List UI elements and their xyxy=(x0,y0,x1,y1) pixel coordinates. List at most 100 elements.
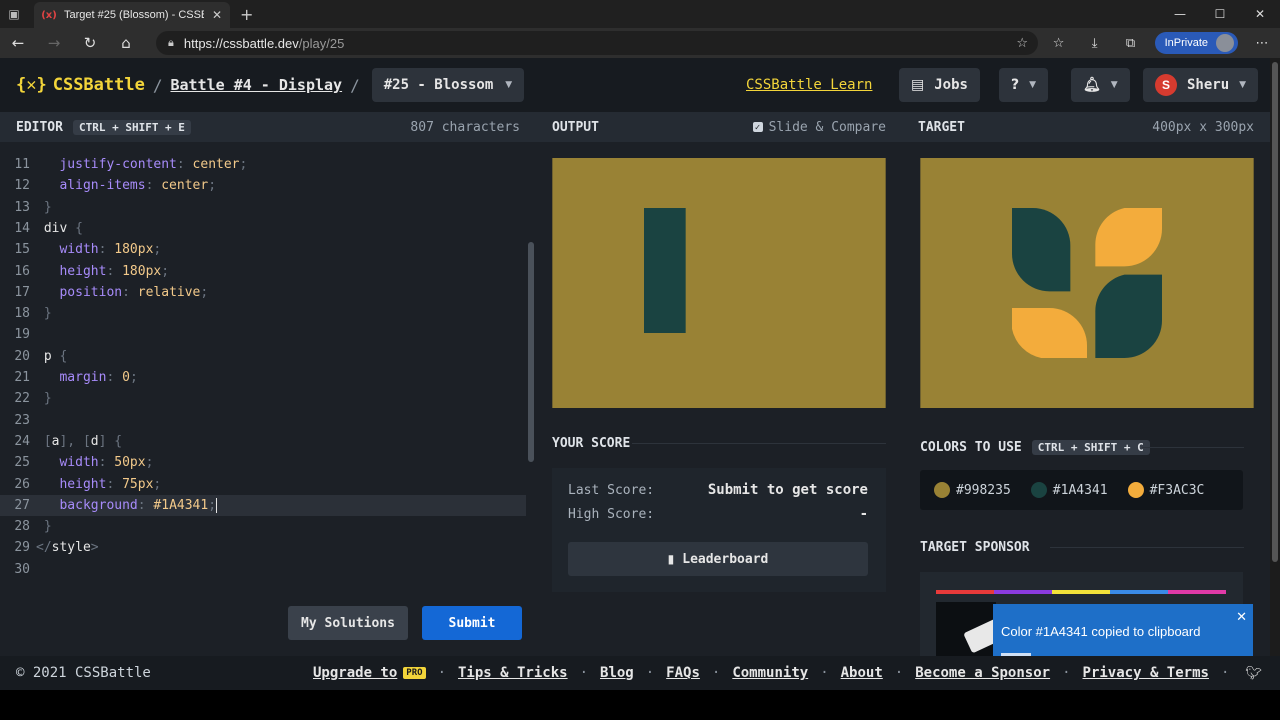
footer-link-1[interactable]: Tips & Tricks xyxy=(458,665,568,681)
code-line[interactable]: 18 } xyxy=(0,303,526,324)
line-number: 15 xyxy=(14,242,30,258)
line-number: 27 xyxy=(14,497,30,513)
slide-compare-toggle[interactable]: ✓ Slide & Compare xyxy=(752,119,886,135)
code-line[interactable]: 22 } xyxy=(0,388,526,409)
code-line[interactable]: 12 align-items: center; xyxy=(0,175,526,196)
code-line[interactable]: 13 } xyxy=(0,197,526,218)
code-line[interactable]: 21 margin: 0; xyxy=(0,367,526,388)
help-button[interactable]: ? ▼ xyxy=(999,68,1049,102)
footer-link-3[interactable]: FAQs xyxy=(666,665,700,681)
code-line[interactable]: 19 xyxy=(0,324,526,345)
maximize-icon[interactable]: ☐ xyxy=(1200,0,1240,28)
target-selector[interactable]: #25 - Blossom ▼ xyxy=(371,68,525,102)
back-icon[interactable]: ← xyxy=(0,28,36,58)
code-text: } xyxy=(43,199,52,215)
output-preview[interactable] xyxy=(552,158,886,408)
address-bar[interactable]: 🔒︎ https://cssbattle.dev/play/25 ☆ xyxy=(156,31,1038,55)
cssbattle-logo[interactable]: {✕} CSSBattle xyxy=(16,75,145,95)
footer-link-4[interactable]: Community xyxy=(732,665,808,681)
minimize-icon[interactable]: — xyxy=(1160,0,1200,28)
character-count: 807 characters xyxy=(410,119,520,135)
target-title: TARGET xyxy=(918,119,965,135)
code-line[interactable]: 11 justify-content: center; xyxy=(0,154,526,175)
code-line[interactable]: 16 height: 180px; xyxy=(0,261,526,282)
code-line[interactable]: 23 xyxy=(0,410,526,431)
footer-link-6[interactable]: Become a Sponsor xyxy=(915,665,1050,681)
collections-icon[interactable]: ⧉ xyxy=(1113,28,1149,58)
downloads-icon[interactable]: ⤓ xyxy=(1077,28,1113,58)
editor-header: EDITOR CTRL + SHIFT + E 807 characters xyxy=(0,112,536,142)
footer-separator: · xyxy=(437,665,446,681)
target-background xyxy=(920,158,1254,408)
line-number: 24 xyxy=(14,433,30,449)
leaderboard-button[interactable]: ▮ Leaderboard xyxy=(568,542,868,576)
logo-text: CSSBattle xyxy=(52,75,145,95)
checkbox-checked-icon[interactable]: ✓ xyxy=(752,122,763,132)
home-icon[interactable]: ⌂ xyxy=(108,28,144,58)
editor-title: EDITOR xyxy=(16,119,63,135)
forward-icon[interactable]: → xyxy=(36,28,72,58)
favorites-icon[interactable]: ☆ xyxy=(1041,28,1077,58)
code-editor[interactable]: 11 justify-content: center; 12 align-item… xyxy=(0,142,536,602)
code-line[interactable]: 14 div { xyxy=(0,218,526,239)
page-scrollbar[interactable] xyxy=(1270,58,1280,658)
code-line[interactable]: 28 } xyxy=(0,516,526,537)
leaf-bottom-right xyxy=(1095,274,1162,358)
sponsor-stripe xyxy=(936,590,1226,594)
bar-chart-icon: ▮ xyxy=(667,552,675,566)
breadcrumb-separator: / xyxy=(350,75,360,95)
toast-close-icon[interactable]: ✕ xyxy=(1236,610,1247,625)
cssbattle-learn-link[interactable]: CSSBattle Learn xyxy=(746,77,872,93)
footer-link-2[interactable]: Blog xyxy=(600,665,634,681)
code-line[interactable]: 29 </style> xyxy=(0,537,526,558)
footer-link-5[interactable]: About xyxy=(841,665,883,681)
editor-scrollbar[interactable] xyxy=(526,142,536,602)
refresh-icon[interactable]: ↻ xyxy=(72,28,108,58)
breadcrumb-battle-link[interactable]: Battle #4 - Display xyxy=(170,76,342,94)
code-line[interactable]: 26 height: 75px; xyxy=(0,474,526,495)
code-line[interactable]: 30 xyxy=(0,559,526,580)
line-number: 20 xyxy=(14,348,30,364)
inprivate-badge[interactable]: InPrivate xyxy=(1154,32,1238,54)
line-number: 25 xyxy=(14,455,30,471)
color-swatch-3[interactable]: #F3AC3C xyxy=(1127,482,1204,498)
submit-button[interactable]: Submit xyxy=(422,606,522,640)
code-line[interactable]: 15 width: 180px; xyxy=(0,239,526,260)
tab-actions-icon[interactable]: ▣ xyxy=(0,0,28,28)
colors-shortcut: CTRL + SHIFT + C xyxy=(1031,440,1150,455)
upgrade-link[interactable]: Upgrade to PRO xyxy=(313,665,426,681)
pro-badge: PRO xyxy=(403,667,426,679)
notifications-button[interactable]: 🔔︎ ▼ xyxy=(1071,68,1130,102)
page-scrollbar-thumb[interactable] xyxy=(1272,62,1278,562)
chevron-down-icon: ▼ xyxy=(1239,80,1247,90)
breadcrumb-separator: / xyxy=(152,75,163,95)
my-solutions-button[interactable]: My Solutions xyxy=(288,606,408,640)
target-image xyxy=(920,158,1254,408)
slide-compare-label: Slide & Compare xyxy=(768,119,886,135)
code-line[interactable]: 24 [a], [d] { xyxy=(0,431,526,452)
more-options-icon[interactable]: ⋯ xyxy=(1244,28,1280,58)
code-line[interactable]: 20 p { xyxy=(0,346,526,367)
twitter-icon[interactable]: 🐦︎ xyxy=(1245,666,1262,681)
logo-mark-icon: {✕} xyxy=(16,75,47,95)
color-swatch-2[interactable]: #1A4341 xyxy=(1030,482,1108,498)
leaderboard-label: Leaderboard xyxy=(682,551,769,567)
new-tab-icon[interactable]: + xyxy=(240,5,253,24)
code-line[interactable]: 27 background: #1A4341; xyxy=(0,494,526,516)
jobs-button[interactable]: ▤ Jobs xyxy=(899,68,980,102)
footer-link-7[interactable]: Privacy & Terms xyxy=(1083,665,1209,681)
add-favorite-icon[interactable]: ☆ xyxy=(1016,36,1028,51)
code-line[interactable]: 25 width: 50px; xyxy=(0,452,526,473)
cssbattle-favicon-icon: (x) xyxy=(41,9,57,21)
last-score-label: Last Score: xyxy=(568,482,655,498)
close-window-icon[interactable]: ✕ xyxy=(1240,0,1280,28)
browser-tab[interactable]: (x) Target #25 (Blossom) - CSSBattle ✕ xyxy=(34,2,230,28)
editor-scrollbar-thumb[interactable] xyxy=(528,242,534,462)
code-text: margin: 0; xyxy=(59,370,138,385)
code-line[interactable]: 17 position: relative; xyxy=(0,282,526,303)
close-tab-icon[interactable]: ✕ xyxy=(212,8,222,22)
inprivate-label: InPrivate xyxy=(1164,37,1208,49)
user-menu-button[interactable]: S Sheru ▼ xyxy=(1143,68,1259,102)
line-number: 23 xyxy=(14,412,30,428)
color-swatch-1[interactable]: #998235 xyxy=(934,482,1011,498)
